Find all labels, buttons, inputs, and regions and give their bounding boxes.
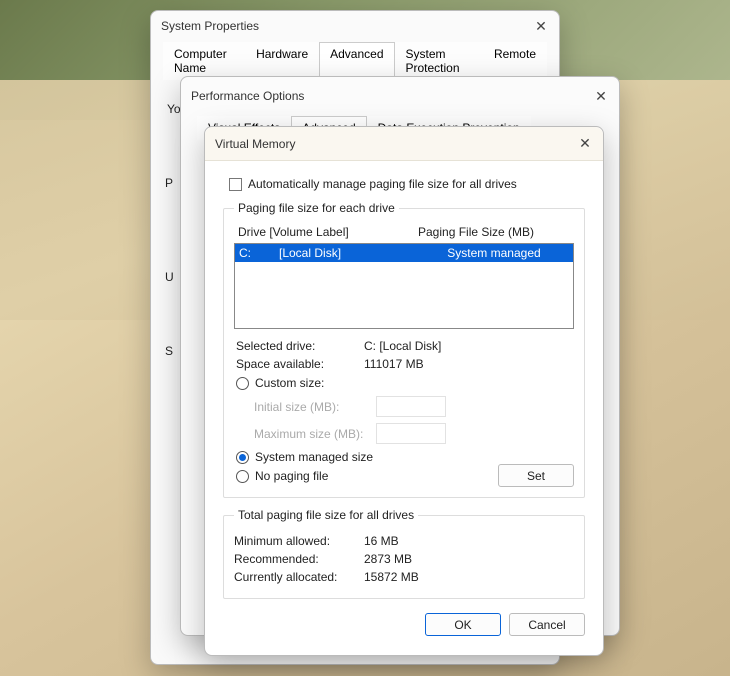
vmem-titlebar[interactable]: Virtual Memory ✕: [205, 127, 603, 161]
auto-manage-checkbox[interactable]: [229, 178, 242, 191]
tab-hardware[interactable]: Hardware: [245, 42, 319, 80]
selected-drive-value: C: [Local Disk]: [364, 339, 441, 353]
sysprops-tabs: Computer Name Hardware Advanced System P…: [163, 41, 547, 80]
perfopt-titlebar[interactable]: Performance Options ✕: [181, 77, 619, 115]
min-allowed-label: Minimum allowed:: [234, 534, 364, 548]
paging-size-group: Paging file size for each drive Drive [V…: [223, 201, 585, 498]
recommended-value: 2873 MB: [364, 552, 412, 566]
col-size: Paging File Size (MB): [418, 225, 534, 239]
close-icon[interactable]: ✕: [577, 136, 593, 152]
set-button[interactable]: Set: [498, 464, 574, 487]
totals-group: Total paging file size for all drives Mi…: [223, 508, 585, 599]
tab-remote[interactable]: Remote: [483, 42, 547, 80]
drive-letter: C:: [239, 246, 279, 260]
no-paging-file-label: No paging file: [255, 469, 328, 483]
currently-allocated-label: Currently allocated:: [234, 570, 364, 584]
paging-size-legend: Paging file size for each drive: [234, 201, 399, 215]
totals-legend: Total paging file size for all drives: [234, 508, 418, 522]
system-managed-radio[interactable]: [236, 451, 249, 464]
drive-listbox[interactable]: C: [Local Disk] System managed: [234, 243, 574, 329]
sysprops-title: System Properties: [161, 19, 259, 33]
drive-label: [Local Disk]: [279, 246, 419, 260]
drive-row[interactable]: C: [Local Disk] System managed: [235, 244, 573, 262]
vmem-ok-button[interactable]: OK: [425, 613, 501, 636]
drive-size: System managed: [419, 246, 569, 260]
custom-size-label: Custom size:: [255, 376, 324, 390]
tab-system-protection[interactable]: System Protection: [395, 42, 483, 80]
perfopt-title: Performance Options: [191, 89, 304, 103]
vmem-cancel-button[interactable]: Cancel: [509, 613, 585, 636]
initial-size-input[interactable]: [376, 396, 446, 417]
space-available-label: Space available:: [236, 357, 356, 371]
vmem-title: Virtual Memory: [215, 137, 295, 151]
system-managed-label: System managed size: [255, 450, 373, 464]
close-icon[interactable]: ✕: [533, 18, 549, 34]
maximum-size-label: Maximum size (MB):: [254, 427, 366, 441]
auto-manage-label: Automatically manage paging file size fo…: [248, 177, 517, 191]
col-drive: Drive [Volume Label]: [238, 225, 418, 239]
initial-size-label: Initial size (MB):: [254, 400, 366, 414]
tab-advanced[interactable]: Advanced: [319, 42, 394, 80]
tab-computer-name[interactable]: Computer Name: [163, 42, 245, 80]
min-allowed-value: 16 MB: [364, 534, 399, 548]
sysprops-titlebar[interactable]: System Properties ✕: [151, 11, 559, 41]
space-available-value: 111017 MB: [364, 357, 424, 371]
no-paging-file-radio[interactable]: [236, 470, 249, 483]
currently-allocated-value: 15872 MB: [364, 570, 419, 584]
maximum-size-input[interactable]: [376, 423, 446, 444]
close-icon[interactable]: ✕: [593, 88, 609, 104]
custom-size-radio[interactable]: [236, 377, 249, 390]
virtual-memory-window: Virtual Memory ✕ Automatically manage pa…: [204, 126, 604, 656]
selected-drive-label: Selected drive:: [236, 339, 356, 353]
recommended-label: Recommended:: [234, 552, 364, 566]
